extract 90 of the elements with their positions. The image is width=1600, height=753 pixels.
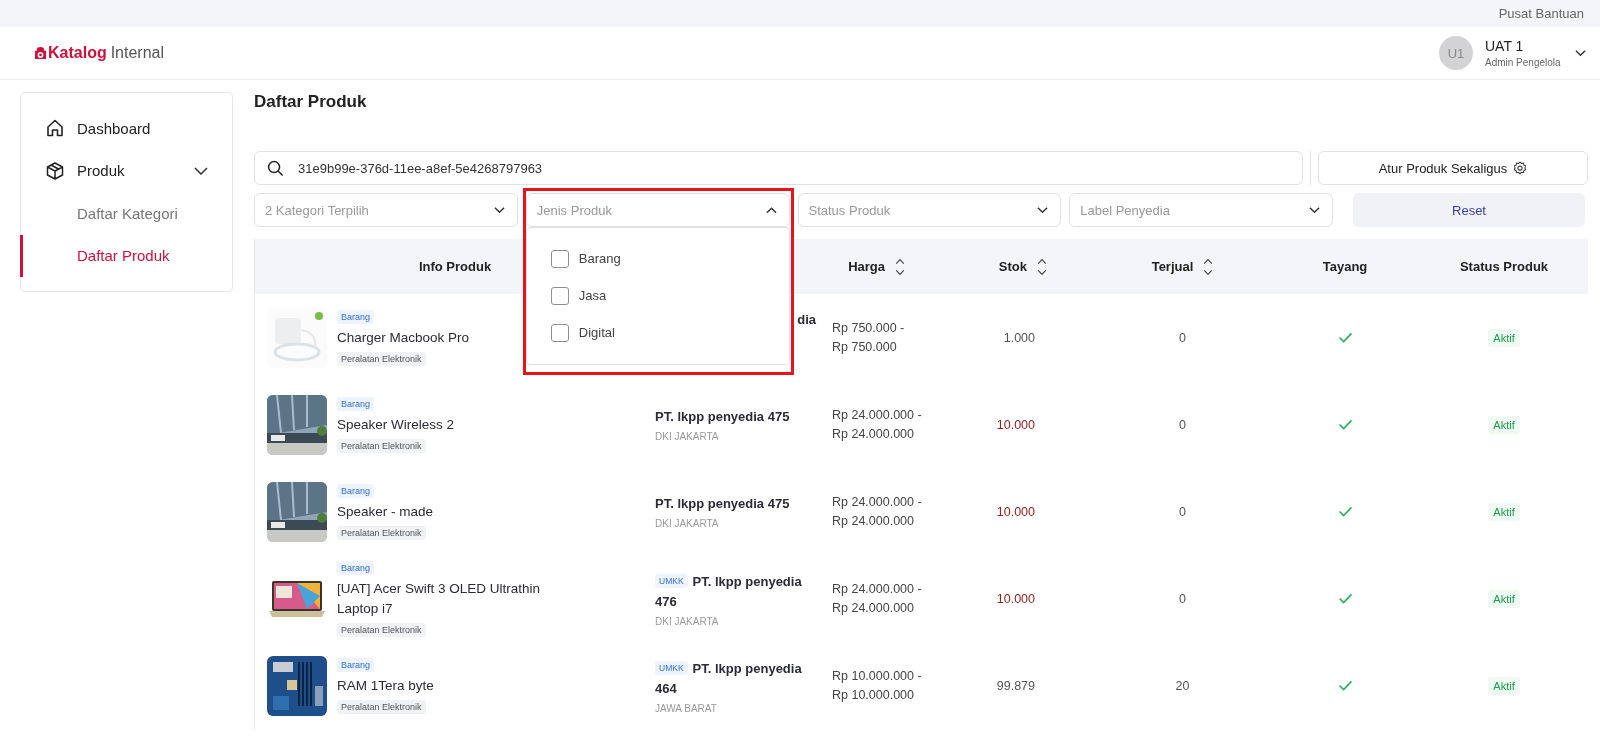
- help-link[interactable]: Pusat Bantuan: [1498, 6, 1584, 21]
- box-icon: [45, 160, 65, 181]
- column-header: Tayang: [1322, 259, 1368, 274]
- checkbox[interactable]: [550, 323, 569, 342]
- sidebar-item[interactable]: Produk: [21, 149, 232, 192]
- price-range: Rp 750.000 - Rp 750.000: [832, 319, 905, 356]
- type-tag: Barang: [337, 309, 375, 324]
- sidebar-subitem[interactable]: Daftar Produk: [20, 234, 232, 277]
- column-header: Stok: [998, 259, 1027, 274]
- home-icon: [45, 118, 65, 139]
- column-header: Harga: [848, 259, 885, 274]
- seller-name: dia: [797, 311, 816, 329]
- sort-icon[interactable]: [895, 256, 905, 277]
- category-tag: Peralatan Elektronik: [337, 622, 426, 637]
- dropdown-option[interactable]: Digital: [526, 314, 789, 351]
- seller-region: JAWA BARAT: [655, 702, 717, 714]
- sold-value: 0: [1179, 591, 1186, 606]
- sold-value: 0: [1179, 330, 1186, 345]
- seller-name: PT. lkpp penyedia 475: [655, 495, 790, 513]
- status-badge: Aktif: [1488, 328, 1520, 347]
- sidebar-subitem[interactable]: Daftar Kategori: [20, 192, 232, 235]
- stock-value: 10.000: [996, 504, 1035, 519]
- check-icon: [1337, 419, 1353, 430]
- user-role: Admin Pengelola: [1485, 57, 1562, 68]
- page-title: Daftar Produk: [254, 92, 368, 113]
- status-badge: Aktif: [1488, 676, 1520, 695]
- stock-value: 10.000: [996, 417, 1035, 432]
- user-name: UAT 1: [1485, 38, 1525, 54]
- status-badge: Aktif: [1488, 415, 1520, 434]
- umkk-badge: UMKK: [655, 660, 688, 675]
- logo-icon: [34, 46, 47, 60]
- product-name[interactable]: RAM 1Tera byte: [337, 675, 434, 696]
- search-icon: [267, 160, 284, 177]
- chevron-icon: [194, 166, 208, 175]
- seller-region: DKI JAKARTA: [655, 518, 719, 529]
- type-tag: Barang: [337, 396, 375, 411]
- category-tag: Peralatan Elektronik: [337, 438, 426, 453]
- product-name[interactable]: Speaker - made: [337, 501, 434, 522]
- stock-value: 99.879: [996, 678, 1035, 693]
- reset-button[interactable]: Reset: [1353, 193, 1585, 227]
- column-header: Terjual: [1151, 259, 1194, 274]
- column-header: Status Produk: [1459, 259, 1549, 274]
- umkk-badge: UMKK: [655, 573, 688, 588]
- product-name[interactable]: [UAT] Acer Swift 3 OLED Ultrathin Laptop i7: [337, 578, 577, 619]
- status-badge: Aktif: [1488, 589, 1520, 608]
- category-tag: Peralatan Elektronik: [337, 525, 426, 540]
- status-badge: Aktif: [1488, 502, 1520, 521]
- stock-value: 10.000: [996, 591, 1035, 606]
- sidebar-item[interactable]: Dashboard: [21, 107, 232, 150]
- seller-region: DKI JAKARTA: [655, 431, 719, 442]
- seller-name: PT. lkpp penyedia 475: [655, 408, 790, 426]
- checkbox[interactable]: [550, 286, 569, 305]
- seller-name: $^{UMKK}$ PT. lkpp penyedia 476: [655, 572, 803, 611]
- bulk-edit-button[interactable]: Atur Produk Sekaligus: [1318, 151, 1588, 185]
- column-header: Info Produk: [418, 259, 492, 274]
- sold-value: 0: [1179, 504, 1186, 519]
- stock-value: 1.000: [1003, 330, 1035, 345]
- price-range: Rp 10.000.000 - Rp 10.000.000: [832, 667, 922, 704]
- chevron-down-icon[interactable]: [1575, 49, 1586, 57]
- check-icon: [1337, 680, 1353, 691]
- price-range: Rp 24.000.000 - Rp 24.000.000: [832, 580, 922, 617]
- type-tag: Barang: [337, 560, 375, 575]
- sort-icon[interactable]: [1203, 256, 1214, 277]
- price-range: Rp 24.000.000 - Rp 24.000.000: [832, 493, 922, 530]
- dropdown-option[interactable]: Barang: [526, 240, 789, 277]
- product-name[interactable]: Charger Macbook Pro: [337, 327, 470, 348]
- logo-suffix: Internal: [110, 44, 165, 62]
- search-field[interactable]: 31e9b99e-376d-11ee-a8ef-5e4268797963: [254, 151, 1303, 185]
- category-tag: Peralatan Elektronik: [337, 699, 426, 714]
- checkbox[interactable]: [550, 249, 569, 268]
- product-name[interactable]: Speaker Wireless 2: [337, 414, 455, 435]
- check-icon: [1337, 593, 1353, 604]
- option-label: Jasa: [578, 288, 607, 303]
- seller-name: $^{UMKK}$ PT. lkpp penyedia 464: [655, 659, 803, 698]
- price-range: Rp 24.000.000 - Rp 24.000.000: [832, 406, 922, 443]
- user-avatar: U1: [1439, 36, 1473, 70]
- check-icon: [1337, 506, 1353, 517]
- dropdown-option[interactable]: Jasa: [526, 277, 789, 314]
- category-tag: Peralatan Elektronik: [337, 351, 426, 366]
- type-tag: Barang: [337, 483, 375, 498]
- check-icon: [1337, 332, 1353, 343]
- sold-value: 0: [1179, 417, 1186, 432]
- seller-region: DKI JAKARTA: [655, 615, 719, 627]
- sold-value: 20: [1175, 678, 1190, 693]
- option-label: Digital: [578, 325, 615, 340]
- settings-icon: [1513, 161, 1528, 175]
- sort-icon[interactable]: [1037, 256, 1047, 277]
- type-tag: Barang: [337, 657, 375, 672]
- option-label: Barang: [578, 251, 621, 266]
- logo-text: Katalog: [48, 44, 107, 62]
